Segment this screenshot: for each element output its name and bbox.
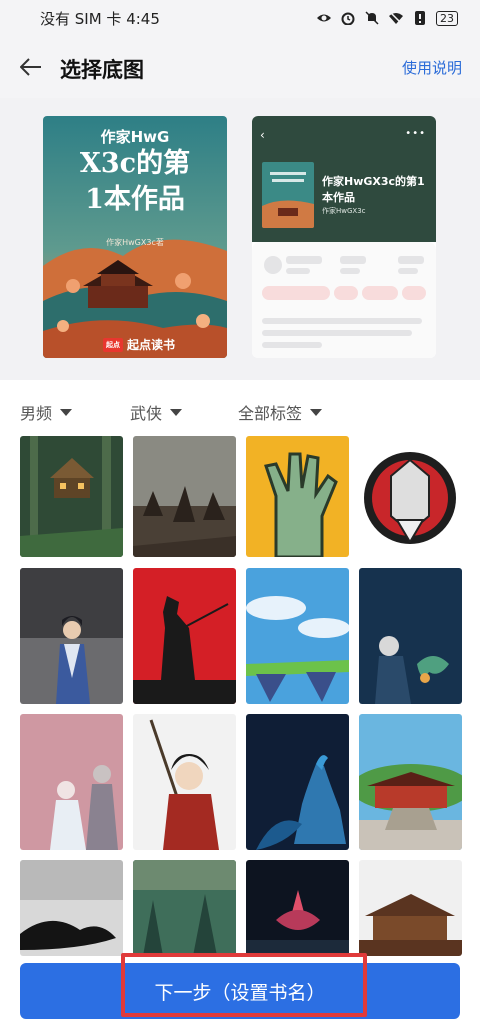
placeholder-avatar bbox=[264, 256, 282, 274]
next-step-button[interactable]: 下一步（设置书名） bbox=[20, 963, 460, 1019]
placeholder-line bbox=[286, 268, 310, 274]
dropdown-arrow-icon bbox=[60, 408, 73, 416]
placeholder-line bbox=[398, 268, 418, 274]
back-button[interactable] bbox=[16, 52, 46, 82]
image-tile-battle[interactable] bbox=[133, 436, 236, 557]
placeholder-tag bbox=[334, 286, 358, 300]
status-icons: 23 bbox=[316, 10, 458, 26]
back-arrow-icon bbox=[20, 58, 41, 76]
filter-tags[interactable]: 全部标签 bbox=[238, 400, 323, 424]
mockup-back-icon: ‹ bbox=[260, 128, 265, 142]
filter-gender-label: 男频 bbox=[20, 404, 53, 423]
filter-gender[interactable]: 男频 bbox=[20, 400, 73, 424]
image-tile-samurai[interactable] bbox=[133, 568, 236, 704]
placeholder-tag bbox=[402, 286, 426, 300]
placeholder-line bbox=[262, 318, 422, 324]
dropdown-arrow-icon bbox=[170, 408, 183, 416]
image-tile-warrior-spear[interactable] bbox=[133, 714, 236, 850]
mockup-more-icon: ••• bbox=[405, 128, 426, 139]
eye-icon bbox=[317, 14, 331, 22]
book-page-mockup[interactable]: ‹ ••• 作家HwGX3c的第1本作品 作家HwGX3c bbox=[252, 116, 436, 358]
cover-subtitle: 作家HwGX3c著 bbox=[106, 238, 164, 247]
filter-genre[interactable]: 武侠 bbox=[130, 400, 183, 424]
image-tile-lotus[interactable] bbox=[246, 860, 349, 956]
battery-icon: 23 bbox=[436, 10, 458, 26]
mockup-thumbnail bbox=[262, 162, 314, 228]
header: 选择底图 使用说明 bbox=[0, 36, 480, 98]
placeholder-line bbox=[340, 256, 366, 264]
status-bar: 没有 SIM 卡 4:45 23 bbox=[0, 0, 480, 36]
cover-brand: 起点 起点读书 bbox=[103, 336, 175, 353]
placeholder-line bbox=[398, 256, 424, 264]
placeholder-line bbox=[340, 268, 360, 274]
page-title: 选择底图 bbox=[60, 58, 144, 82]
image-tile-misty-forest[interactable] bbox=[133, 860, 236, 956]
cover-title: X3c的第 1本作品 bbox=[43, 146, 227, 218]
placeholder-line bbox=[286, 256, 322, 264]
image-tile-zombie-hand[interactable] bbox=[246, 436, 349, 557]
alarm-icon bbox=[341, 12, 355, 25]
image-tile-palace[interactable] bbox=[359, 860, 462, 956]
filter-genre-label: 武侠 bbox=[130, 404, 163, 423]
placeholder-tag bbox=[362, 286, 398, 300]
placeholder-line bbox=[262, 342, 322, 348]
cover-preview[interactable]: 作家HwG X3c的第 1本作品 作家HwGX3c著 起点 起点读书 bbox=[43, 116, 227, 358]
image-tile-swordsman[interactable] bbox=[20, 568, 123, 704]
placeholder-tag bbox=[262, 286, 330, 300]
image-tile-warrior-mask[interactable] bbox=[359, 436, 462, 557]
image-tile-sky-island[interactable] bbox=[246, 568, 349, 704]
cover-title-line1: X3c的第 bbox=[79, 148, 191, 179]
mockup-author: 作家HwGX3c bbox=[322, 207, 366, 215]
status-carrier-time: 没有 SIM 卡 4:45 bbox=[40, 9, 160, 28]
placeholder-line bbox=[262, 330, 412, 336]
image-tile-dragon-ink[interactable] bbox=[20, 860, 123, 956]
mute-icon bbox=[365, 11, 379, 25]
mockup-card bbox=[252, 242, 436, 358]
mockup-header: ‹ ••• 作家HwGX3c的第1本作品 作家HwGX3c bbox=[252, 116, 436, 242]
filter-bar: 男频 武侠 全部标签 bbox=[0, 380, 480, 436]
alert-icon bbox=[415, 11, 425, 25]
filter-tags-label: 全部标签 bbox=[238, 404, 303, 423]
brand-badge: 起点 bbox=[103, 337, 123, 352]
preview-area: 作家HwG X3c的第 1本作品 作家HwGX3c著 起点 起点读书 ‹ ••• bbox=[0, 98, 480, 380]
dropdown-arrow-icon bbox=[310, 408, 323, 416]
image-tile-treehouse[interactable] bbox=[20, 436, 123, 557]
image-tile-old-man-dragon[interactable] bbox=[359, 568, 462, 704]
image-tile-peacock[interactable] bbox=[246, 714, 349, 850]
image-tile-ancient-beauty[interactable] bbox=[20, 714, 123, 850]
cover-title-line2: 1本作品 bbox=[85, 184, 185, 215]
mockup-book-title: 作家HwGX3c的第1本作品 bbox=[322, 175, 425, 204]
cover-author: 作家HwG bbox=[100, 128, 170, 146]
wifi-off-icon bbox=[389, 11, 403, 25]
help-link[interactable]: 使用说明 bbox=[402, 57, 462, 78]
image-tile-temple[interactable] bbox=[359, 714, 462, 850]
brand-name: 起点读书 bbox=[127, 338, 176, 352]
